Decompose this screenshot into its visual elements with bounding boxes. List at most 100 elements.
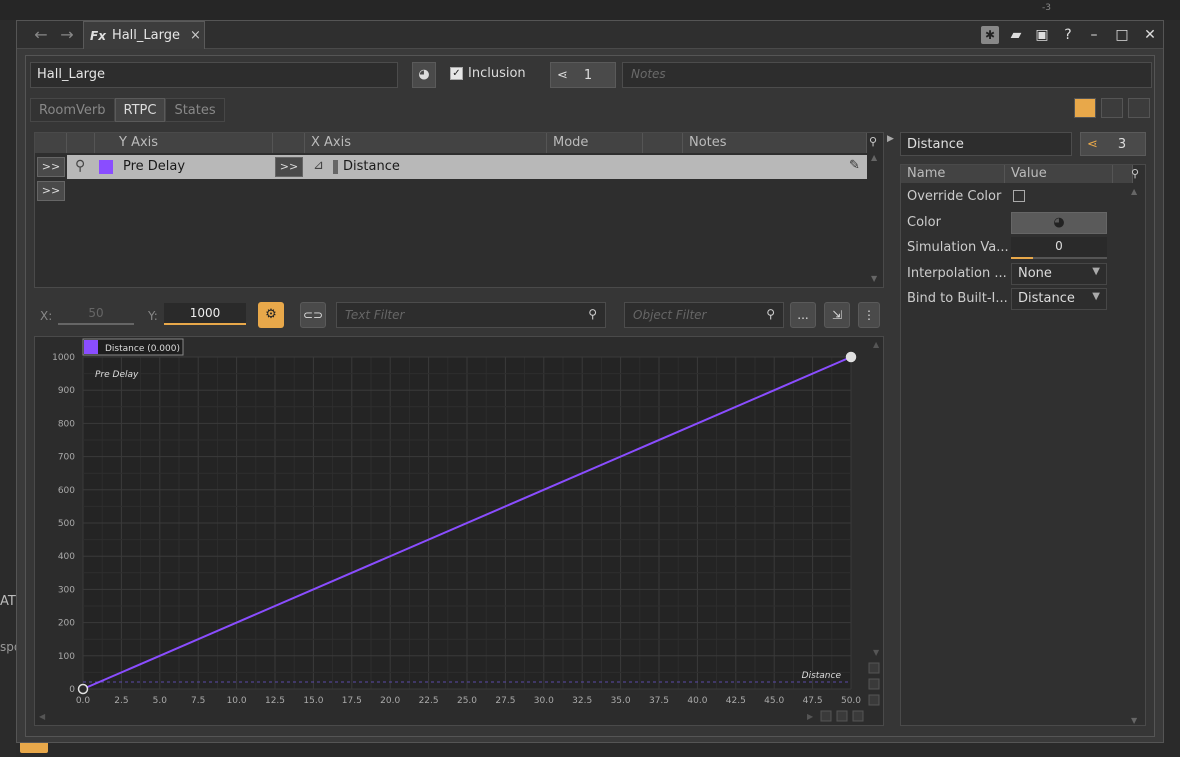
property-search-icon[interactable]: ⚲ [1131, 167, 1139, 180]
property-object-name[interactable]: Distance [900, 132, 1072, 156]
text-filter-input[interactable]: Text Filter ⚲ [336, 302, 606, 328]
col-x-axis[interactable]: X Axis [305, 133, 547, 153]
expand-x-button[interactable]: >> [275, 157, 303, 177]
references-button[interactable]: ⋖ 1 [550, 62, 616, 88]
star-icon[interactable]: ✱ [981, 26, 999, 44]
minimize-icon[interactable]: – [1085, 26, 1103, 44]
bind-builtin-dropdown[interactable]: Distance ▼ [1011, 288, 1107, 310]
forward-arrow-icon[interactable]: → [57, 25, 77, 45]
color-picker-button[interactable]: ◕ [1011, 212, 1107, 234]
zoom-in-icon [868, 662, 880, 674]
y-tick-label: 1000 [52, 353, 75, 363]
single-pane-layout-icon[interactable] [1074, 98, 1096, 118]
tab-rtpc[interactable]: RTPC [114, 98, 166, 122]
property-name: Override Color [907, 189, 1002, 204]
y-tick-label: 100 [58, 652, 75, 662]
rtpc-chart[interactable]: 0 100 200 300 400 500 600 700 800 900 1000 0.0 2.5 5.… [34, 336, 884, 726]
back-arrow-icon[interactable]: ← [31, 25, 51, 45]
x-value-field[interactable]: 50 [58, 303, 134, 325]
y-tick-label: 0 [69, 685, 75, 695]
fit-icon [868, 678, 880, 690]
save-icon[interactable]: ▣ [1033, 26, 1051, 44]
curve-tool-icon[interactable]: ⚙ [258, 302, 284, 328]
table-row[interactable] [67, 155, 867, 179]
curve-point [77, 683, 89, 695]
table-scrollbar[interactable]: ▲ ▼ [871, 153, 881, 283]
col-blank-1 [35, 133, 67, 153]
override-color-checkbox[interactable] [1013, 190, 1025, 202]
tab-states[interactable]: States [165, 98, 225, 122]
interpolation-dropdown[interactable]: None ▼ [1011, 263, 1107, 285]
pin-icon[interactable]: ⚲ [75, 158, 85, 174]
expand-y-button[interactable]: >> [37, 157, 65, 177]
y-tick-label: 500 [58, 519, 75, 529]
search-icon[interactable]: ⚲ [869, 135, 877, 148]
close-window-icon[interactable]: ✕ [1141, 26, 1159, 44]
scroll-up-icon[interactable]: ▲ [1131, 187, 1137, 196]
chart-svg[interactable]: 0 100 200 300 400 500 600 700 800 900 1000 0.0 2.5 5.… [35, 337, 883, 725]
notes-input[interactable]: Notes [622, 62, 1152, 88]
inclusion-label: Inclusion [468, 66, 526, 81]
collapse-panel-icon[interactable]: ▶ [887, 134, 894, 144]
object-name-field[interactable]: Hall_Large [30, 62, 398, 88]
object-filter-input[interactable]: Object Filter ⚲ [624, 302, 784, 328]
y-tick-label: 900 [58, 386, 75, 396]
property-row-bind-builtin: Bind to Built-I... Distance ▼ [901, 287, 1133, 311]
split-vertical-layout-icon[interactable] [1101, 98, 1123, 118]
folder-icon[interactable]: ▰ [1007, 26, 1025, 44]
edit-pencil-icon[interactable]: ✎ [849, 158, 860, 173]
inclusion-toggle[interactable]: ✓ Inclusion [450, 66, 526, 81]
x-tick-label: 20.0 [380, 696, 400, 706]
y-tick-label: 300 [58, 585, 75, 595]
property-scrollbar[interactable]: ▲ ▼ [1131, 187, 1141, 725]
property-name: Bind to Built-I... [907, 291, 1008, 306]
split-horizontal-layout-icon[interactable] [1128, 98, 1150, 118]
y-tick-label: 200 [58, 619, 75, 629]
overflow-menu-icon[interactable]: ⋮ [858, 302, 880, 328]
tab-hall-large[interactable]: Fx Hall_Large × [83, 21, 205, 49]
col-name[interactable]: Name [901, 165, 1005, 183]
x-tick-label: 17.5 [342, 696, 362, 706]
y-label: Y: [148, 309, 158, 323]
col-notes[interactable]: Notes [683, 133, 867, 153]
scroll-down-icon[interactable]: ▼ [1131, 716, 1137, 725]
text-filter-search-icon[interactable]: ⚲ [588, 307, 597, 321]
object-filter-search-icon[interactable]: ⚲ [766, 307, 775, 321]
property-references-count: 3 [1117, 136, 1127, 152]
inclusion-checkbox[interactable]: ✓ [450, 67, 463, 80]
x-tick-label: 50.0 [841, 696, 861, 706]
simulation-value-field[interactable]: 0 [1011, 237, 1107, 259]
background-left-label: AT [0, 594, 16, 609]
link-icon[interactable]: ⊂⊃ [300, 302, 326, 328]
layout-buttons [1074, 98, 1150, 118]
col-value[interactable]: Value [1005, 165, 1113, 183]
add-row-button[interactable]: >> [37, 181, 65, 201]
close-tab-icon[interactable]: × [190, 28, 201, 43]
x-tick-label: 7.5 [191, 696, 205, 706]
col-y-axis[interactable]: Y Axis [95, 133, 273, 153]
y-axis-value[interactable]: Pre Delay [123, 159, 185, 174]
chart-toolbar: X: 50 Y: 1000 ⚙ ⊂⊃ Text Filter ⚲ Object … [34, 300, 884, 330]
property-references-button[interactable]: ⋖ 3 [1080, 132, 1146, 156]
tab-roomverb[interactable]: RoomVerb [30, 98, 115, 122]
select-in-graph-icon[interactable]: ⇲ [824, 302, 850, 328]
maximize-icon[interactable]: □ [1113, 26, 1131, 44]
col-mode[interactable]: Mode [547, 133, 643, 153]
help-icon[interactable]: ? [1059, 26, 1077, 44]
x-tick-label: 12.5 [265, 696, 285, 706]
y-tick-label: 800 [58, 419, 75, 429]
x-tick-label: 32.5 [572, 696, 592, 706]
col-blank-4 [643, 133, 683, 153]
series-label: Pre Delay [95, 370, 139, 380]
y-value-field[interactable]: 1000 [164, 303, 246, 325]
scroll-down-icon[interactable]: ▼ [871, 274, 877, 283]
property-row-color: Color ◕ [901, 211, 1133, 235]
palette-icon[interactable]: ◕ [412, 62, 436, 88]
x-axis-value[interactable]: Distance [343, 159, 400, 174]
x-tick-label: 15.0 [303, 696, 323, 706]
background-top-bar [0, 0, 1180, 20]
more-button[interactable]: ... [790, 302, 816, 328]
h-zoom-in-icon [820, 710, 832, 722]
scroll-up-icon[interactable]: ▲ [871, 153, 877, 162]
zoom-out-icon [868, 694, 880, 706]
